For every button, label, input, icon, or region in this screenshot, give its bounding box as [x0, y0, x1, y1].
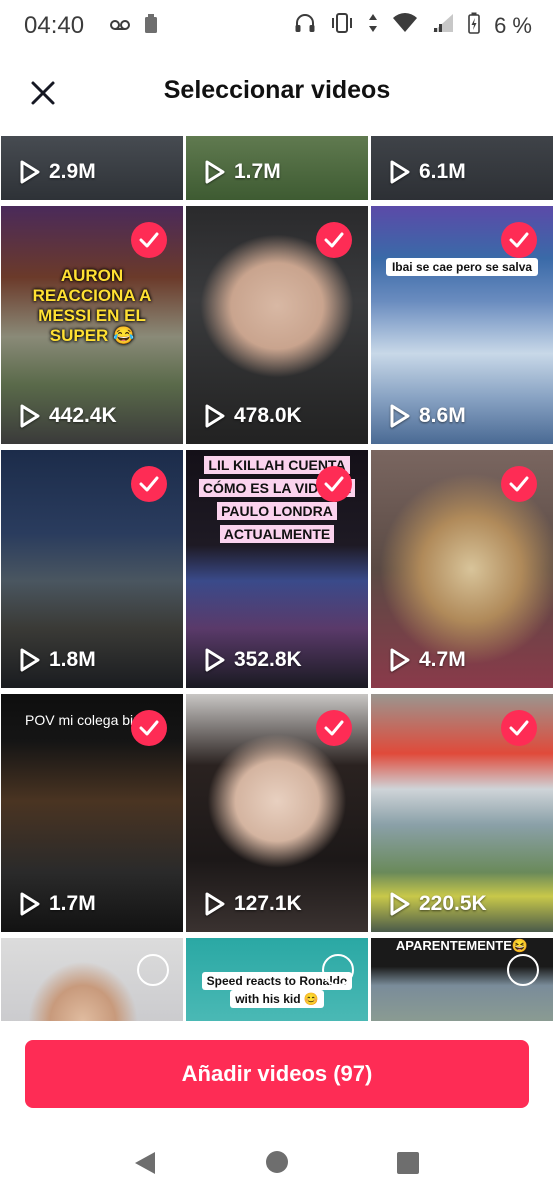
checkmark-icon [324, 720, 344, 736]
headphones-icon [294, 13, 316, 38]
wifi-icon [392, 13, 418, 38]
checkmark-icon [324, 476, 344, 492]
status-bar: 04:40 6 % [0, 0, 554, 52]
view-count: 1.7M [234, 160, 281, 183]
video-tile[interactable]: LIL KILLAH CUENTA CÓMO ES LA VIDA DE PAU… [186, 450, 368, 688]
selected-check[interactable] [131, 466, 167, 502]
video-tile[interactable]: 1.7M [186, 136, 368, 200]
home-button[interactable] [266, 1151, 288, 1173]
vibrate-icon [330, 13, 354, 38]
back-button[interactable] [133, 1151, 157, 1180]
video-tile[interactable]: 2.9M [1, 136, 183, 200]
video-tile[interactable]: 6.1M [371, 136, 553, 200]
checkmark-icon [509, 476, 529, 492]
video-caption: Ibai se cae pero se salva [385, 258, 539, 276]
selected-check[interactable] [131, 222, 167, 258]
checkmark-icon [509, 720, 529, 736]
checkmark-icon [139, 476, 159, 492]
video-tile[interactable]: POV mi colega bip 1.7M [1, 694, 183, 932]
play-icon [20, 648, 40, 672]
selected-check[interactable] [316, 222, 352, 258]
select-circle[interactable] [322, 954, 354, 986]
back-triangle-icon [135, 1152, 155, 1174]
checkmark-icon [324, 232, 344, 248]
voicemail-icon [110, 18, 130, 36]
play-icon [205, 892, 225, 916]
view-count: 1.7M [49, 892, 96, 915]
checkmark-icon [139, 720, 159, 736]
system-nav-bar [0, 1125, 554, 1200]
status-time: 04:40 [24, 12, 85, 39]
view-count: 8.6M [419, 404, 466, 427]
data-arrows-icon [368, 13, 378, 38]
selected-check[interactable] [501, 222, 537, 258]
view-count: 127.1K [234, 892, 302, 915]
view-count: 478.0K [234, 404, 302, 427]
page-title: Seleccionar videos [163, 76, 391, 104]
selected-check[interactable] [501, 710, 537, 746]
video-tile[interactable]: 1.8M [1, 450, 183, 688]
add-videos-button[interactable]: Añadir videos (97) [25, 1040, 529, 1108]
video-caption: AURON REACCIONA A MESSI EN EL SUPER 😂 [32, 266, 152, 345]
play-icon [390, 892, 410, 916]
selected-check[interactable] [131, 710, 167, 746]
play-icon [390, 648, 410, 672]
battery-percent: 6 % [494, 12, 532, 38]
video-tile[interactable]: 220.5K [371, 694, 553, 932]
cellular-signal-icon [432, 13, 454, 38]
video-tile[interactable] [1, 938, 183, 1021]
view-count: 442.4K [49, 404, 117, 427]
play-icon [20, 160, 40, 184]
view-count: 1.8M [49, 648, 96, 671]
select-circle[interactable] [507, 954, 539, 986]
save-battery-icon [144, 14, 158, 39]
play-icon [390, 160, 410, 184]
video-grid: 2.9M 1.7M 6.1M AURON REACCIONA A MESSI E… [0, 136, 554, 1021]
play-icon [205, 404, 225, 428]
checkmark-icon [509, 232, 529, 248]
selected-check[interactable] [316, 710, 352, 746]
video-tile[interactable]: AURON REACCIONA A MESSI EN EL SUPER 😂 44… [1, 206, 183, 444]
play-icon [20, 404, 40, 428]
view-count: 4.7M [419, 648, 466, 671]
battery-icon [468, 12, 480, 39]
view-count: 352.8K [234, 648, 302, 671]
selected-check[interactable] [316, 466, 352, 502]
selected-check[interactable] [501, 466, 537, 502]
video-caption: APARENTEMENTE😆 [395, 938, 529, 953]
view-count: 220.5K [419, 892, 487, 915]
recents-button[interactable] [397, 1152, 419, 1174]
video-caption: POV mi colega bip [25, 712, 141, 728]
play-icon [205, 160, 225, 184]
play-icon [20, 892, 40, 916]
video-tile[interactable]: 127.1K [186, 694, 368, 932]
select-circle[interactable] [137, 954, 169, 986]
video-tile[interactable]: Ibai se cae pero se salva 8.6M [371, 206, 553, 444]
checkmark-icon [139, 232, 159, 248]
video-tile[interactable]: Speed reacts to Ronaldo with his kid 😊 [186, 938, 368, 1021]
play-icon [205, 648, 225, 672]
video-tile[interactable]: APARENTEMENTE😆 [371, 938, 553, 1021]
view-count: 2.9M [49, 160, 96, 183]
view-count: 6.1M [419, 160, 466, 183]
header: Seleccionar videos [0, 60, 554, 126]
video-tile[interactable]: 4.7M [371, 450, 553, 688]
video-tile[interactable]: 478.0K [186, 206, 368, 444]
play-icon [390, 404, 410, 428]
